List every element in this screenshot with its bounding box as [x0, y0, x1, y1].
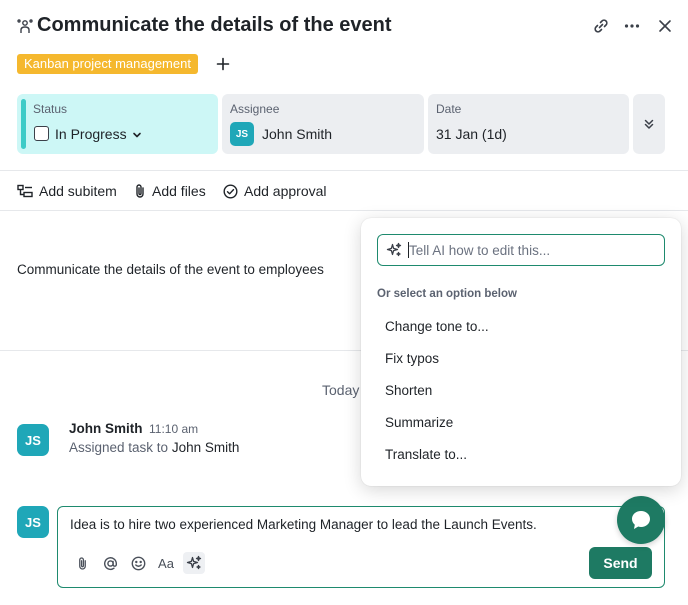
- date-label: Date: [436, 102, 462, 116]
- page-title: Communicate the details of the event: [37, 14, 392, 36]
- status-accent-bar: [21, 99, 26, 149]
- avatar: JS: [230, 122, 254, 146]
- send-button[interactable]: Send: [589, 547, 652, 579]
- format-text-button[interactable]: Aa: [155, 552, 177, 574]
- avatar: JS: [17, 506, 49, 538]
- ai-assist-button[interactable]: [183, 552, 205, 574]
- comment-text: Assigned task to John Smith: [69, 440, 239, 455]
- date-field[interactable]: Date 31 Jan (1d): [428, 94, 629, 154]
- ai-option-fix-typos[interactable]: Fix typos: [385, 351, 439, 366]
- add-files-button[interactable]: Add files: [134, 181, 206, 201]
- double-chevron-down-icon: [644, 119, 654, 129]
- divider: [0, 210, 688, 211]
- comment-author: John Smith: [69, 421, 143, 436]
- paperclip-icon: [78, 556, 86, 570]
- task-icon: [16, 17, 34, 35]
- comment-prefix: Assigned task to: [69, 440, 169, 455]
- close-icon: [659, 20, 671, 32]
- add-tag-button[interactable]: [212, 53, 234, 75]
- more-options-button[interactable]: [621, 15, 643, 37]
- status-label: Status: [33, 102, 68, 116]
- sparkle-icon: [386, 242, 402, 257]
- expand-fields-button[interactable]: [633, 94, 665, 154]
- divider: [0, 170, 688, 171]
- sparkle-icon: [186, 555, 202, 570]
- chevron-down-icon[interactable]: [131, 129, 143, 141]
- add-approval-label: Add approval: [244, 183, 327, 199]
- subitem-icon: [17, 184, 33, 198]
- ai-edit-popup: Or select an option below Change tone to…: [361, 218, 681, 486]
- chat-button[interactable]: [617, 496, 665, 544]
- composer-input-text[interactable]: Idea is to hire two experienced Marketin…: [70, 517, 537, 532]
- task-description[interactable]: Communicate the details of the event to …: [17, 262, 324, 277]
- status-checkbox[interactable]: [34, 126, 49, 141]
- ai-option-change-tone[interactable]: Change tone to...: [385, 319, 489, 334]
- add-approval-button[interactable]: Add approval: [223, 181, 327, 201]
- more-icon: [624, 24, 640, 28]
- smiley-icon: [131, 556, 145, 570]
- ai-prompt-input[interactable]: [409, 242, 649, 258]
- assignee-label: Assignee: [230, 102, 280, 116]
- ai-option-summarize[interactable]: Summarize: [385, 415, 453, 430]
- add-subitem-button[interactable]: Add subitem: [17, 181, 117, 201]
- ai-prompt-field[interactable]: [377, 234, 665, 266]
- chat-bubble-icon: [632, 511, 650, 529]
- ai-options-hint: Or select an option below: [377, 288, 517, 300]
- ai-option-shorten[interactable]: Shorten: [385, 383, 432, 398]
- emoji-button[interactable]: [127, 552, 149, 574]
- add-files-label: Add files: [152, 183, 206, 199]
- paperclip-icon: [136, 184, 144, 198]
- plus-icon: [216, 57, 230, 71]
- mention-button[interactable]: [99, 552, 121, 574]
- link-icon: [594, 19, 608, 33]
- assignee-value: John Smith: [262, 126, 333, 142]
- project-tag[interactable]: Kanban project management: [17, 54, 198, 74]
- copy-link-button[interactable]: [590, 15, 612, 37]
- comment-target: John Smith: [171, 440, 240, 455]
- close-button[interactable]: [654, 15, 676, 37]
- at-sign-icon: [103, 556, 117, 570]
- ai-option-translate[interactable]: Translate to...: [385, 447, 467, 462]
- attach-button[interactable]: [71, 552, 93, 574]
- status-field[interactable]: Status In Progress: [17, 94, 218, 154]
- check-circle-icon: [223, 183, 238, 199]
- add-subitem-label: Add subitem: [39, 183, 117, 199]
- status-value: In Progress: [55, 126, 127, 142]
- assignee-field[interactable]: Assignee JS John Smith: [222, 94, 424, 154]
- comment-timestamp: 11:10 am: [149, 422, 199, 436]
- avatar: JS: [17, 424, 49, 456]
- date-value: 31 Jan (1d): [436, 126, 507, 142]
- day-separator: Today: [322, 382, 360, 398]
